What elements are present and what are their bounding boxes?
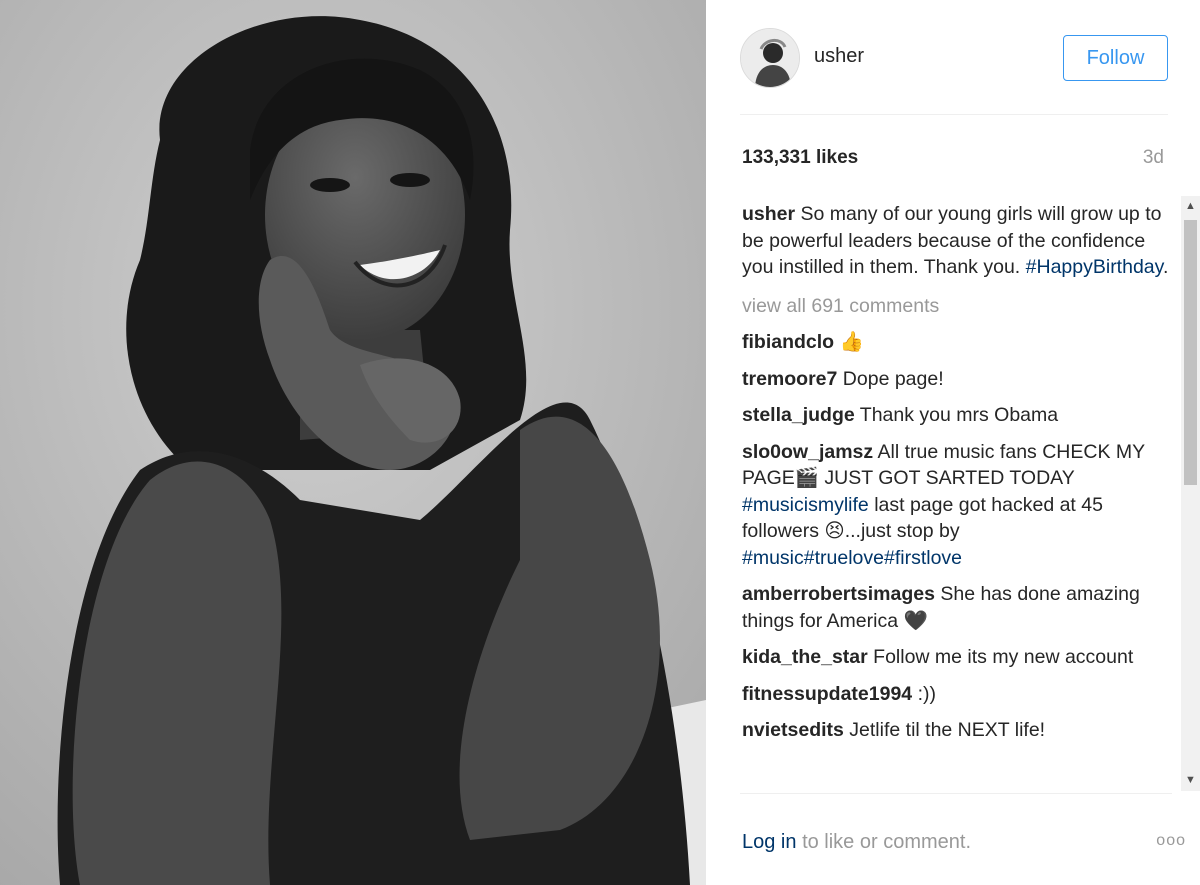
comments-list[interactable]: usher So many of our young girls will gr… xyxy=(742,200,1174,793)
more-options-icon[interactable]: ooo xyxy=(1156,832,1186,850)
comment-container: fibiandclo 👍 tremoore7 Dope page! stella_j… xyxy=(742,329,1174,744)
footer-divider xyxy=(740,793,1172,794)
comment-username[interactable]: tremoore7 xyxy=(742,368,837,390)
comment-text: Thank you mrs Obama xyxy=(859,404,1059,426)
comment-item: nvietsedits Jetlife til the NEXT life! xyxy=(742,717,1174,744)
comment-item: tremoore7 Dope page! xyxy=(742,366,1174,393)
caption-username[interactable]: usher xyxy=(742,203,795,225)
comment-username[interactable]: stella_judge xyxy=(742,404,855,426)
likes-count[interactable]: 133,331 likes xyxy=(742,147,858,169)
comment-item: amberrobertsimages She has done amazing … xyxy=(742,581,1174,634)
comment-item: fibiandclo 👍 xyxy=(742,329,1174,356)
scroll-up-icon[interactable]: ▲ xyxy=(1181,198,1200,215)
comment-hashtag[interactable]: #music#truelove#firstlove xyxy=(742,547,962,569)
comments-scrollbar[interactable]: ▲ ▼ xyxy=(1181,196,1200,791)
comment-item: kida_the_star Follow me its my new accou… xyxy=(742,644,1174,671)
comment-text: 👍 xyxy=(839,331,864,353)
comment-username[interactable]: slo0ow_jamsz xyxy=(742,441,873,463)
post-time[interactable]: 3d xyxy=(1143,147,1164,169)
comment-item: stella_judge Thank you mrs Obama xyxy=(742,402,1174,429)
comment-username[interactable]: nvietsedits xyxy=(742,719,844,741)
post-author-username[interactable]: usher xyxy=(814,45,864,68)
follow-button[interactable]: Follow xyxy=(1063,35,1168,81)
login-link[interactable]: Log in xyxy=(742,831,797,853)
caption-end: . xyxy=(1162,256,1169,278)
comment-username[interactable]: fibiandclo xyxy=(742,331,834,353)
comment-text: Jetlife til the NEXT life! xyxy=(849,719,1046,741)
comment-text: Dope page! xyxy=(842,367,944,390)
login-prompt: Log in to like or comment. xyxy=(742,831,971,854)
post-header: usher Follow xyxy=(740,28,1170,88)
post-details-panel: usher Follow 133,331 likes 3d usher So m… xyxy=(706,0,1200,885)
post-caption: usher So many of our young girls will gr… xyxy=(742,201,1174,281)
view-all-comments-link[interactable]: view all 691 comments xyxy=(742,293,1174,320)
header-divider xyxy=(740,114,1168,115)
comment-hashtag[interactable]: #musicismylife xyxy=(742,494,869,516)
caption-hashtag[interactable]: #HappyBirthday xyxy=(1026,256,1163,278)
avatar-image xyxy=(741,29,799,87)
comment-text: :)) xyxy=(917,682,936,705)
scroll-down-icon[interactable]: ▼ xyxy=(1181,772,1200,789)
comment-username[interactable]: kida_the_star xyxy=(742,646,868,668)
avatar[interactable] xyxy=(740,28,800,88)
login-prompt-text: to like or comment. xyxy=(802,831,972,853)
comment-username[interactable]: fitnessupdate1994 xyxy=(742,683,912,705)
portrait-illustration xyxy=(0,0,706,885)
comment-item: fitnessupdate1994 :)) xyxy=(742,681,1174,708)
comment-text: Follow me its my new account xyxy=(873,646,1134,668)
scrollbar-thumb[interactable] xyxy=(1184,220,1197,485)
comment-item: slo0ow_jamsz All true music fans CHECK M… xyxy=(742,439,1174,572)
comment-username[interactable]: amberrobertsimages xyxy=(742,583,935,605)
post-photo[interactable] xyxy=(0,0,706,885)
